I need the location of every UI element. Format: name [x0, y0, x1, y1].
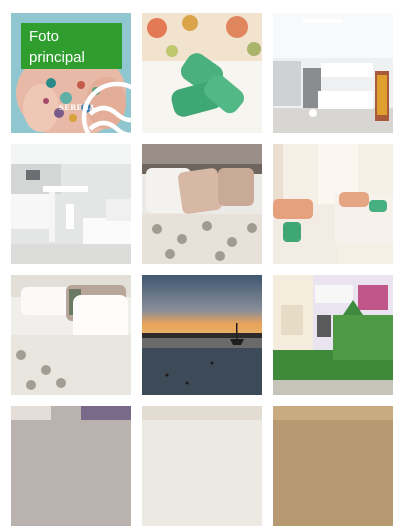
sunset-beach-photo	[142, 275, 262, 395]
folded-towels-photo	[142, 13, 262, 133]
photo-gallery: Foto principal SERENA	[0, 0, 404, 526]
photo-tile-main[interactable]: Foto principal SERENA	[11, 13, 131, 133]
building-exterior-photo	[273, 275, 393, 395]
living-room-photo	[11, 144, 131, 264]
photo-tile-10[interactable]	[11, 406, 131, 526]
bedroom-with-towel-photo	[273, 144, 393, 264]
main-photo-label-line2: principal	[29, 49, 85, 66]
bed-with-pillows-photo	[142, 144, 262, 264]
photo-tile-9[interactable]	[273, 275, 393, 395]
photo-tile-8[interactable]	[142, 275, 262, 395]
photo-tile-4[interactable]	[11, 144, 131, 264]
partial-photo	[273, 406, 393, 526]
photo-tile-5[interactable]	[142, 144, 262, 264]
photo-tile-3[interactable]	[273, 13, 393, 133]
logo-text: SERENA	[58, 103, 96, 112]
bedroom-photo	[11, 275, 131, 395]
partial-photo	[142, 406, 262, 526]
main-photo-label-line1: Foto	[29, 28, 60, 45]
main-photo-badge: Foto principal	[21, 23, 122, 69]
kitchen-photo	[273, 13, 393, 133]
photo-tile-11[interactable]	[142, 406, 262, 526]
photo-tile-6[interactable]	[273, 144, 393, 264]
photo-tile-2[interactable]	[142, 13, 262, 133]
photo-tile-12[interactable]	[273, 406, 393, 526]
serena-logo: SERENA	[57, 75, 131, 133]
photo-tile-7[interactable]	[11, 275, 131, 395]
partial-photo	[11, 406, 131, 526]
